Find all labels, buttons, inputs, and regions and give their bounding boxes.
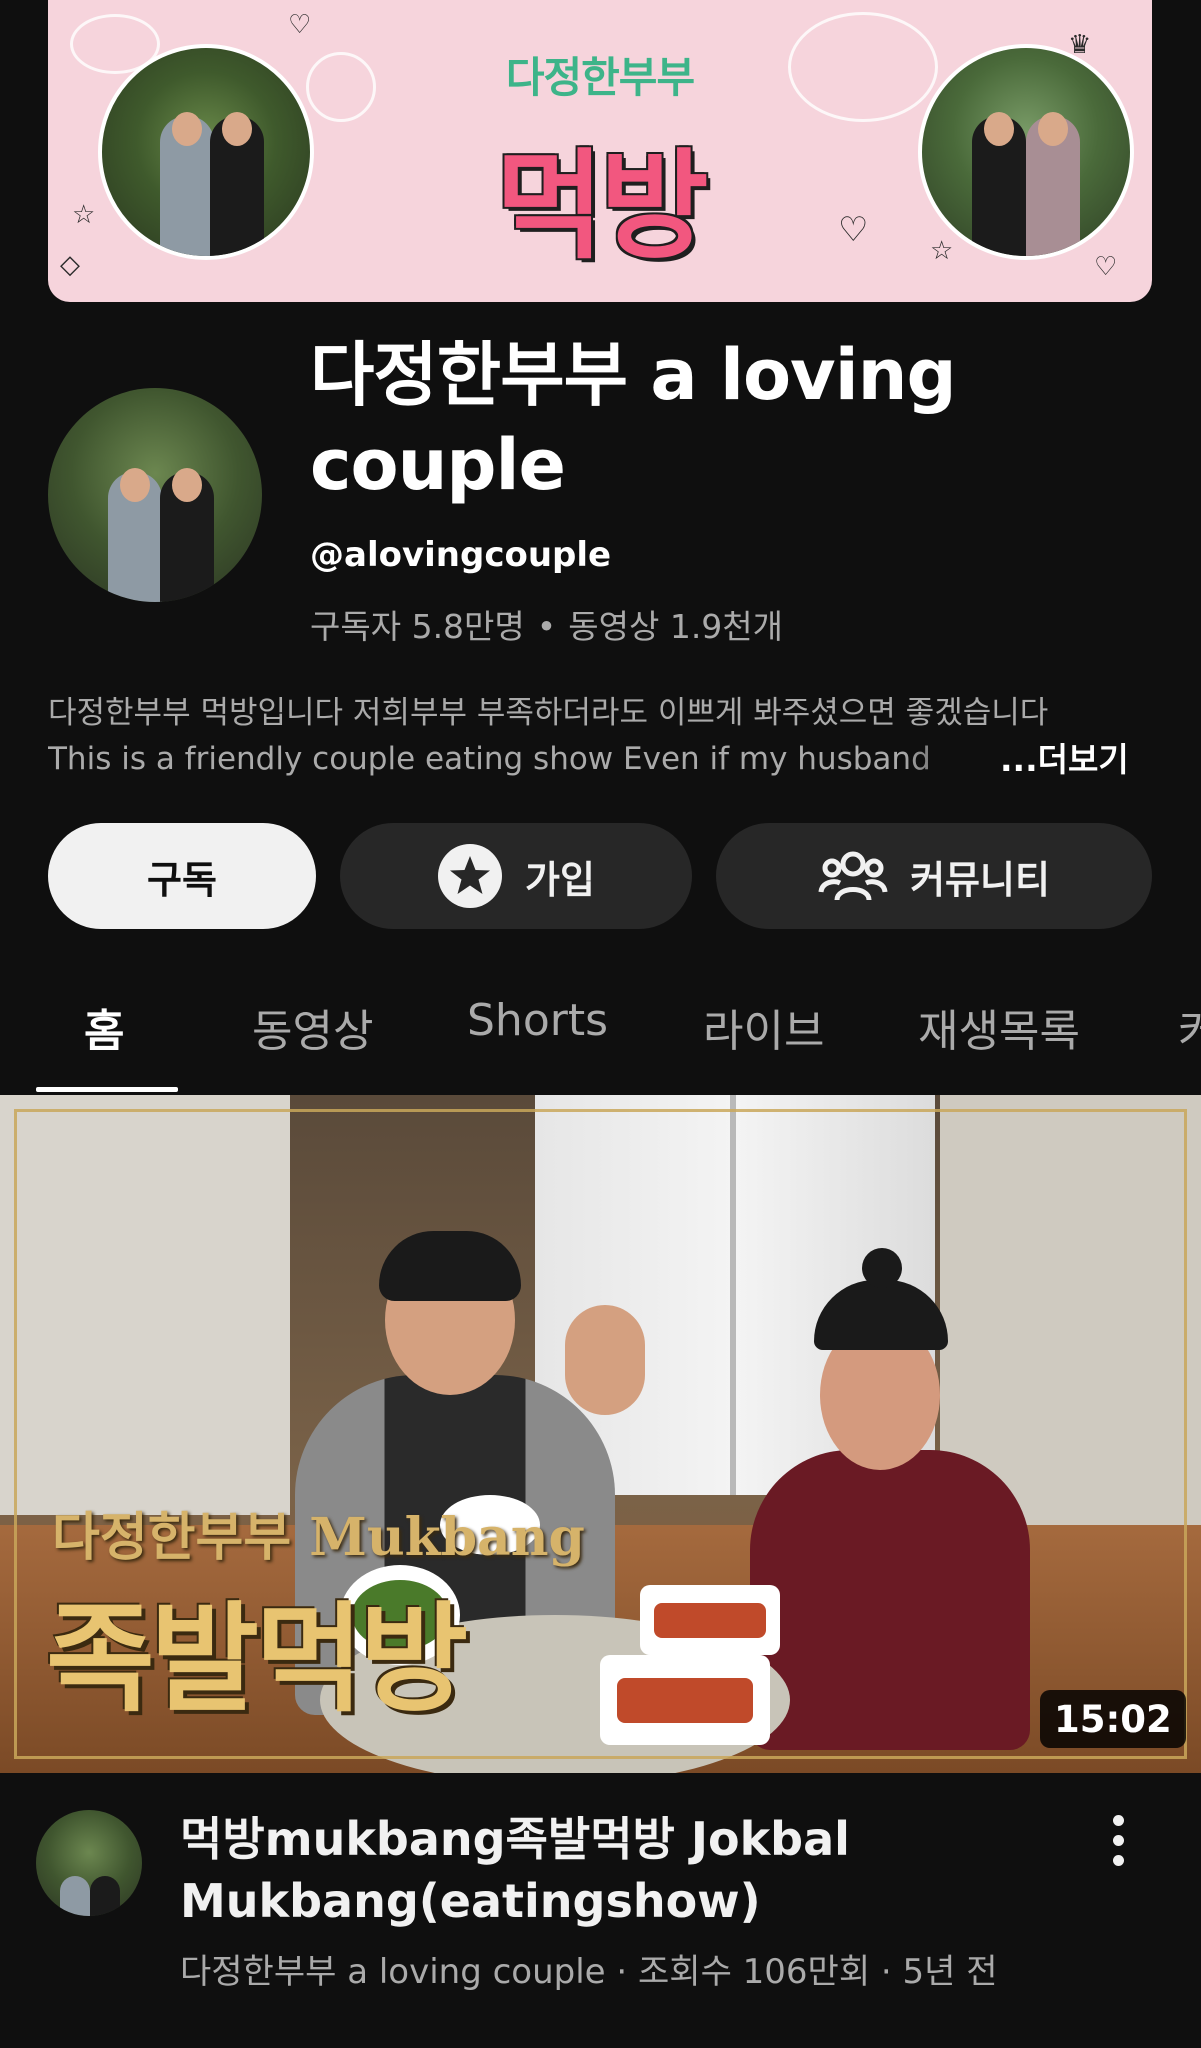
video-meta: 다정한부부 a loving couple · 조회수 106만회 · 5년 전: [180, 1952, 998, 1992]
video-thumbnail[interactable]: 다정한부부 Mukbang 족발먹방: [0, 1095, 1201, 1773]
person-figure: [972, 112, 1026, 256]
channel-description[interactable]: 다정한부부 먹방입니다 저희부부 부족하더라도 이쁘게 봐주셨으면 좋겠습니다 …: [48, 690, 1152, 782]
description-line: 다정한부부 먹방입니다 저희부부 부족하더라도 이쁘게 봐주셨으면 좋겠습니다: [48, 695, 1049, 731]
person-figure: [60, 1876, 90, 1916]
subscriber-count: 구독자 5.8만명: [310, 607, 525, 646]
thumbnail-title: 족발먹방: [46, 1589, 468, 1728]
channel-stats: 구독자 5.8만명 • 동영상 1.9천개: [310, 600, 783, 648]
people-icon: [818, 851, 888, 901]
banner-photo-right: [918, 44, 1134, 260]
thumbnail-subtitle: 다정한부부 Mukbang: [52, 1507, 585, 1568]
video-channel-avatar[interactable]: [36, 1810, 142, 1916]
star-circle-icon: [438, 844, 503, 908]
heart-icon: ♡: [288, 10, 312, 40]
more-link[interactable]: ...더보기: [1000, 733, 1129, 781]
tab-community[interactable]: 커: [1178, 995, 1201, 1059]
channel-avatar[interactable]: [48, 388, 262, 602]
join-button[interactable]: 가입: [340, 823, 692, 929]
tab-live[interactable]: 라이브: [703, 995, 824, 1059]
community-label: 커뮤니티: [910, 857, 1050, 902]
tab-home[interactable]: 홈: [84, 995, 124, 1059]
channel-name: 다정한부부 a loving couple: [310, 334, 957, 506]
person-figure: [1026, 112, 1080, 256]
person-figure: [108, 468, 162, 602]
active-tab-indicator: [36, 1087, 178, 1092]
channel-banner: ♡ ◇ ☆ ☆ ♡ ♡ ♛ 다정한부부 먹방: [48, 0, 1152, 302]
channel-handle: @alovingcouple: [310, 535, 612, 575]
subscribe-button[interactable]: 구독: [48, 823, 316, 929]
subscribe-label: 구독: [147, 857, 217, 902]
community-button[interactable]: 커뮤니티: [716, 823, 1152, 929]
duration-badge: 15:02: [1040, 1690, 1186, 1748]
channel-tabs: 홈 동영상 Shorts 라이브 재생목록 커: [0, 985, 1201, 1095]
more-vert-icon[interactable]: [1100, 1815, 1136, 1875]
join-label: 가입: [525, 857, 595, 902]
tab-playlists[interactable]: 재생목록: [918, 995, 1080, 1059]
separator: •: [536, 607, 557, 646]
video-title[interactable]: 먹방mukbang족발먹방 Jokbal Mukbang(eatingshow): [180, 1808, 1080, 1932]
video-count: 동영상 1.9천개: [568, 607, 784, 646]
person-figure: [160, 468, 214, 602]
description-line: This is a friendly couple eating show Ev…: [48, 741, 931, 777]
tab-shorts[interactable]: Shorts: [467, 995, 608, 1046]
tab-videos[interactable]: 동영상: [252, 995, 373, 1059]
person-figure: [90, 1876, 120, 1916]
